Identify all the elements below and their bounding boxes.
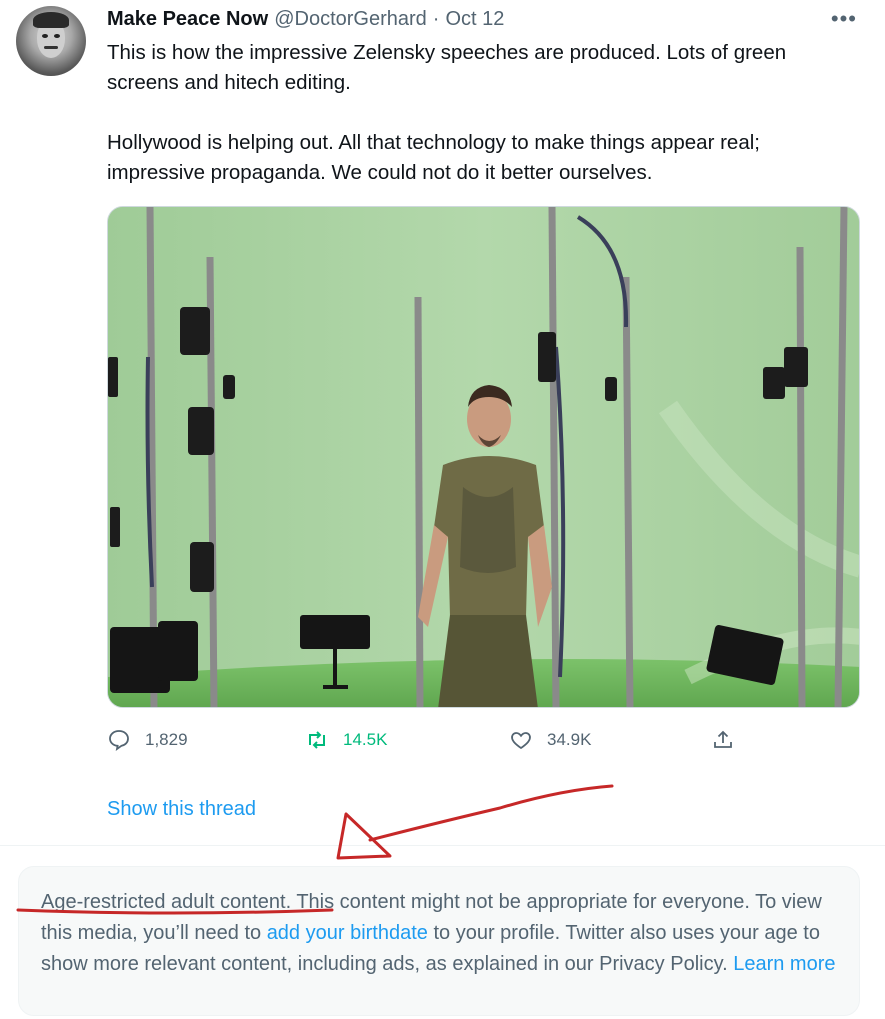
green-screen-studio-image <box>108 207 859 707</box>
like-button[interactable]: 34.9K <box>509 728 591 752</box>
avatar-eye <box>54 34 60 38</box>
display-name[interactable]: Make Peace Now <box>107 8 268 31</box>
tweet-actions: 1,829 14.5K 34.9K <box>107 728 757 760</box>
tweet-text: This is how the impressive Zelensky spee… <box>107 38 862 218</box>
reply-icon <box>109 730 129 752</box>
avatar-mustache <box>44 46 58 49</box>
tweet-media-photo[interactable] <box>107 206 860 708</box>
heart-icon <box>511 732 531 750</box>
tweet-date[interactable]: Oct 12 <box>445 8 504 31</box>
retweet-button[interactable]: 14.5K <box>305 728 387 752</box>
learn-more-link[interactable]: Learn more <box>733 953 835 975</box>
tweet-header: Make Peace Now @DoctorGerhard · Oct 12 <box>107 8 504 34</box>
share-icon <box>714 730 732 748</box>
divider <box>0 845 885 846</box>
share-button[interactable] <box>711 728 735 752</box>
add-birthdate-link[interactable]: add your birthdate <box>267 922 428 944</box>
user-handle[interactable]: @DoctorGerhard <box>274 8 427 31</box>
reply-button[interactable]: 1,829 <box>107 728 188 752</box>
tweet-paragraph: This is how the impressive Zelensky spee… <box>107 41 787 94</box>
reply-count: 1,829 <box>145 730 188 749</box>
separator: · <box>432 8 440 30</box>
avatar-eye <box>42 34 48 38</box>
tweet[interactable]: Make Peace Now @DoctorGerhard · Oct 12 •… <box>0 0 885 845</box>
avatar[interactable] <box>16 6 86 76</box>
retweet-icon <box>309 731 325 749</box>
like-count: 34.9K <box>547 730 592 749</box>
show-thread-link[interactable]: Show this thread <box>107 798 256 821</box>
avatar-hair <box>33 12 69 28</box>
retweet-count: 14.5K <box>343 730 388 749</box>
age-restricted-label: Age-restricted adult content. <box>41 891 292 913</box>
tweet-paragraph: Hollywood is helping out. All that techn… <box>107 131 760 184</box>
age-restriction-notice: Age-restricted adult content. This conte… <box>18 866 860 1016</box>
more-icon[interactable]: ••• <box>831 6 857 32</box>
